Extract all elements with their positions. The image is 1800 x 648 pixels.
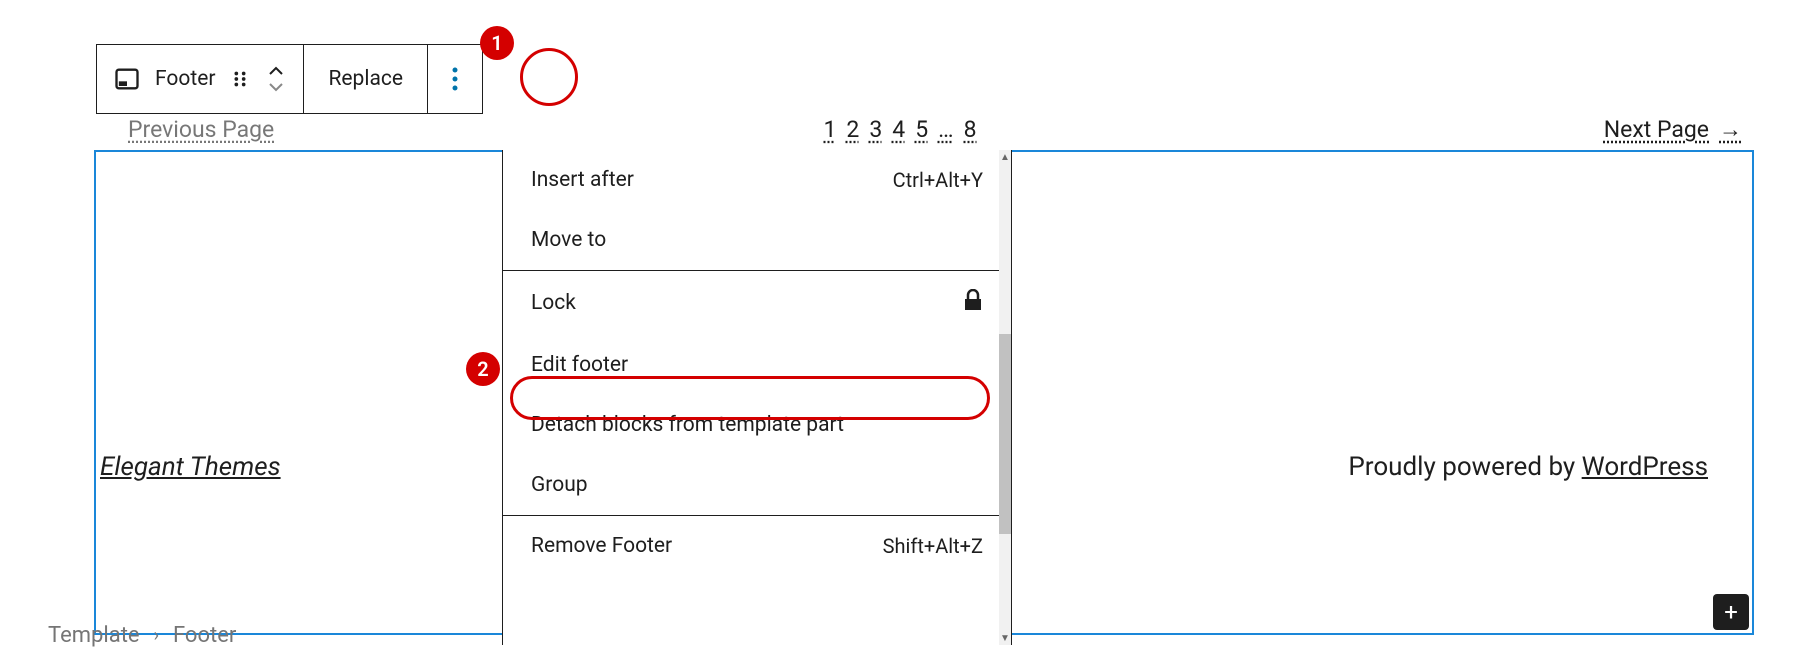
menu-item-move-to[interactable]: Move to bbox=[503, 210, 1011, 270]
page-number-2[interactable]: 2 bbox=[846, 116, 859, 143]
footer-credit-prefix: Proudly powered by bbox=[1348, 452, 1581, 482]
menu-scrollbar[interactable]: ▲ ▼ bbox=[999, 150, 1011, 645]
block-type-label: Footer bbox=[155, 67, 215, 91]
block-toolbar: Footer Replace bbox=[96, 44, 483, 114]
block-type-segment[interactable]: Footer bbox=[97, 45, 304, 113]
menu-item-label: Detach blocks from template part bbox=[531, 413, 844, 437]
scroll-up-icon[interactable]: ▲ bbox=[999, 150, 1011, 164]
site-title-link[interactable]: Elegant Themes bbox=[100, 452, 281, 482]
next-page-link[interactable]: Next Page → bbox=[1604, 116, 1742, 143]
page-numbers: 1 2 3 4 5 … 8 bbox=[823, 116, 976, 143]
menu-item-label: Insert after bbox=[531, 168, 634, 192]
footer-block-icon bbox=[113, 65, 141, 93]
block-movers bbox=[265, 63, 287, 95]
replace-button-label: Replace bbox=[320, 67, 411, 91]
page-number-5[interactable]: 5 bbox=[915, 116, 928, 143]
callout-badge-2: 2 bbox=[466, 352, 500, 386]
page-number-last[interactable]: 8 bbox=[964, 116, 977, 143]
arrow-right-icon: → bbox=[1719, 116, 1742, 143]
page-number-3[interactable]: 3 bbox=[869, 116, 882, 143]
site-title[interactable]: Elegant Themes bbox=[100, 452, 281, 482]
breadcrumb-current[interactable]: Footer bbox=[173, 623, 236, 648]
menu-item-shortcut: Shift+Alt+Z bbox=[883, 534, 983, 558]
breadcrumb-root[interactable]: Template bbox=[48, 623, 140, 648]
menu-item-shortcut: Ctrl+Alt+Y bbox=[893, 168, 983, 192]
menu-item-edit-footer[interactable]: Edit footer bbox=[503, 335, 1011, 395]
replace-segment[interactable]: Replace bbox=[304, 45, 428, 113]
callout-badge-1: 1 bbox=[480, 26, 514, 60]
menu-item-group[interactable]: Group bbox=[503, 455, 1011, 515]
scrollbar-thumb[interactable] bbox=[999, 334, 1011, 534]
drag-handle-icon[interactable] bbox=[229, 68, 251, 90]
menu-item-label: Group bbox=[531, 473, 588, 497]
breadcrumb: Template › Footer bbox=[48, 623, 236, 648]
page-ellipsis: … bbox=[938, 116, 953, 143]
plus-icon: + bbox=[1724, 600, 1738, 624]
lock-icon bbox=[963, 289, 983, 317]
footer-credit-link[interactable]: WordPress bbox=[1582, 452, 1708, 482]
previous-page-link[interactable]: Previous Page bbox=[128, 116, 274, 143]
more-options-button[interactable] bbox=[428, 45, 482, 113]
menu-item-lock[interactable]: Lock bbox=[503, 271, 1011, 335]
menu-item-detach[interactable]: Detach blocks from template part bbox=[503, 395, 1011, 455]
page-number-1[interactable]: 1 bbox=[823, 116, 836, 143]
move-up-button[interactable] bbox=[265, 63, 287, 79]
add-block-button[interactable]: + bbox=[1713, 594, 1749, 630]
page-number-4[interactable]: 4 bbox=[892, 116, 905, 143]
pagination-row: Previous Page 1 2 3 4 5 … 8 Next Page → bbox=[50, 116, 1750, 143]
menu-item-label: Lock bbox=[531, 291, 576, 315]
callout-ring-1 bbox=[520, 48, 578, 106]
footer-credit: Proudly powered by WordPress bbox=[1348, 452, 1708, 482]
menu-item-label: Remove Footer bbox=[531, 534, 672, 558]
move-down-button[interactable] bbox=[265, 79, 287, 95]
chevron-right-icon: › bbox=[154, 625, 159, 646]
menu-item-label: Move to bbox=[531, 228, 606, 252]
scroll-down-icon[interactable]: ▼ bbox=[999, 631, 1011, 645]
menu-item-remove-footer[interactable]: Remove Footer Shift+Alt+Z bbox=[503, 516, 1011, 576]
menu-item-insert-after[interactable]: Insert after Ctrl+Alt+Y bbox=[503, 150, 1011, 210]
block-options-menu: Insert after Ctrl+Alt+Y Move to Lock Edi… bbox=[502, 150, 1012, 645]
menu-item-label: Edit footer bbox=[531, 353, 628, 377]
previous-page-label: Previous Page bbox=[128, 116, 274, 143]
next-page-label: Next Page bbox=[1604, 116, 1709, 143]
